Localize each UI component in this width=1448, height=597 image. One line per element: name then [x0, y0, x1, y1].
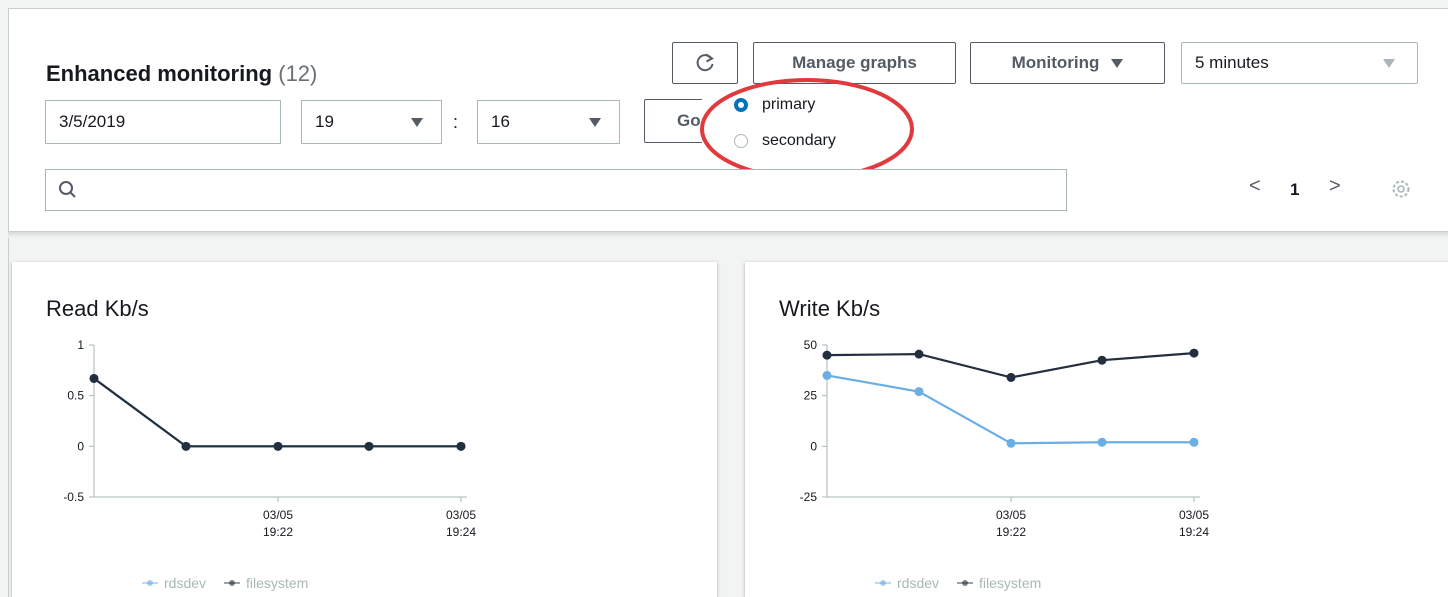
legend-item-filesystem[interactable]: filesystem: [957, 575, 1041, 591]
search-input[interactable]: [45, 169, 1067, 211]
refresh-icon: [696, 53, 714, 72]
monitoring-dropdown[interactable]: Monitoring: [970, 42, 1165, 84]
data-point-filesystem: [364, 441, 374, 451]
data-point-filesystem: [1097, 355, 1107, 365]
data-point-filesystem: [181, 441, 191, 451]
time-range-value: 5 minutes: [1195, 53, 1269, 72]
data-point-rdsdev: [822, 370, 832, 380]
series-line-rdsdev: [826, 374, 1194, 445]
search-icon: [59, 181, 76, 198]
next-page-button[interactable]: >: [1329, 175, 1341, 198]
date-value: 3/5/2019: [59, 112, 126, 131]
line-chart: 50 25 0 -25 03/05 19:22 03/05 19:24: [800, 338, 1210, 539]
time-separator: :: [453, 112, 459, 132]
page-number[interactable]: 1: [1290, 180, 1299, 200]
x-tick-label: 19:22: [263, 525, 293, 539]
minute-value: 16: [491, 112, 510, 131]
y-tick-label: -0.5: [63, 490, 84, 504]
page-edge: [8, 238, 9, 597]
time-range-select[interactable]: 5 minutes: [1181, 42, 1418, 84]
chart-card-write: Write Kb/s 50 25 0 -25 03/05 19:22 03/05 19:24 …: [745, 262, 1448, 597]
panel-shadow: [8, 232, 1448, 238]
y-tick-label: 50: [804, 338, 818, 352]
data-point-rdsdev: [914, 387, 924, 397]
legend-item-filesystem[interactable]: filesystem: [224, 575, 308, 591]
x-tick-label: 03/05: [996, 508, 1026, 522]
chart-card-read: Read Kb/s 1 0.5 0 -0.5 03/05 19:22 03/05 19:24 …: [12, 262, 717, 597]
chevron-down-icon: [411, 117, 423, 127]
data-point-filesystem: [273, 441, 283, 451]
x-tick-label: 19:24: [446, 525, 476, 539]
data-point-filesystem: [89, 373, 99, 383]
graph-count: (12): [278, 61, 318, 86]
chart-legend: rdsdev filesystem: [142, 575, 326, 591]
legend-label: filesystem: [246, 575, 309, 591]
chart-legend: rdsdev filesystem: [875, 575, 1059, 591]
legend-item-rdsdev[interactable]: rdsdev: [142, 575, 206, 591]
data-point-filesystem: [1189, 348, 1199, 358]
monitoring-label: Monitoring: [1011, 53, 1100, 72]
data-point-rdsdev: [1006, 438, 1016, 448]
legend-marker-icon: [875, 580, 891, 586]
data-point-filesystem: [914, 349, 924, 359]
go-button[interactable]: Go: [644, 99, 702, 143]
legend-label: rdsdev: [897, 575, 940, 591]
y-tick-label: -25: [800, 490, 818, 504]
go-button-label: Go: [677, 111, 701, 130]
date-input[interactable]: 3/5/2019: [45, 100, 281, 144]
legend-item-rdsdev[interactable]: rdsdev: [875, 575, 939, 591]
legend-label: filesystem: [979, 575, 1042, 591]
chevron-down-icon: [1111, 58, 1124, 68]
legend-marker-icon: [224, 580, 241, 586]
minute-select[interactable]: 16: [477, 100, 620, 144]
legend-marker-icon: [142, 580, 158, 586]
line-chart: 1 0.5 0 -0.5 03/05 19:22 03/05 19:24: [63, 338, 476, 539]
data-point-rdsdev: [1097, 437, 1107, 447]
data-point-filesystem: [822, 350, 832, 360]
legend-label: rdsdev: [164, 575, 207, 591]
y-tick-label: 0.5: [67, 389, 84, 403]
legend-marker-icon: [957, 580, 974, 586]
x-tick-label: 19:22: [996, 525, 1026, 539]
page-title-text: Enhanced monitoring: [46, 61, 273, 86]
gear-icon[interactable]: [1390, 178, 1412, 200]
y-tick-label: 0: [810, 439, 817, 453]
y-tick-label: 1: [77, 338, 84, 352]
go-button-wrapper: Go: [644, 99, 702, 143]
chevron-down-icon: [589, 117, 601, 127]
hour-value: 19: [315, 112, 334, 131]
prev-page-button[interactable]: <: [1249, 175, 1261, 198]
series-line-filesystem: [93, 377, 461, 448]
chevron-down-icon: [1383, 58, 1395, 68]
data-point-filesystem: [1006, 372, 1016, 382]
highlight-ellipse: [700, 78, 914, 180]
x-tick-label: 03/05: [446, 508, 476, 522]
data-point-filesystem: [456, 441, 466, 451]
page-title: Enhanced monitoring (12): [46, 61, 317, 87]
y-tick-label: 25: [804, 389, 818, 403]
hour-select[interactable]: 19: [301, 100, 442, 144]
x-tick-label: 19:24: [1179, 525, 1209, 539]
series-line-rdsdev: [93, 377, 461, 448]
x-tick-label: 03/05: [1179, 508, 1209, 522]
data-point-rdsdev: [1189, 437, 1199, 447]
manage-graphs-label: Manage graphs: [792, 53, 917, 72]
y-tick-label: 0: [77, 439, 84, 453]
x-tick-label: 03/05: [263, 508, 293, 522]
